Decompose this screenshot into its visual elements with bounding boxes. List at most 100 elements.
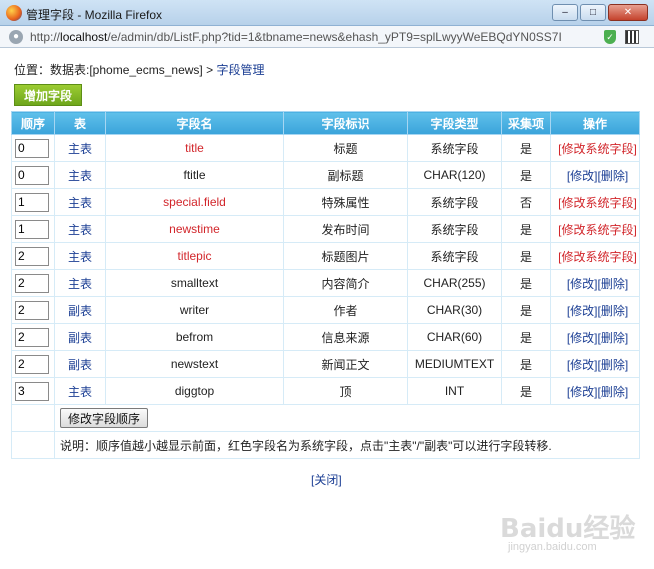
table-switch-link[interactable]: 主表 (68, 250, 92, 264)
collect-flag: 是 (501, 350, 551, 378)
table-row: 主表 titlepic 标题图片系统字段是 [修改系统字段] (11, 242, 640, 270)
table-switch-link[interactable]: 主表 (68, 196, 92, 210)
field-type: CHAR(255) (407, 269, 502, 297)
table-row: 主表 title 标题系统字段是 [修改系统字段] (11, 134, 640, 162)
table-row: 主表 diggtop 顶INT是 [修改][删除] (11, 377, 640, 405)
window-controls: – □ ✕ (552, 4, 648, 22)
order-input[interactable] (15, 381, 49, 401)
order-input[interactable] (15, 246, 49, 266)
order-input[interactable] (15, 138, 49, 158)
delete-field-link[interactable]: [删除] (598, 277, 629, 291)
header-field-label: 字段标识 (283, 111, 408, 135)
table-switch-link[interactable]: 副表 (68, 331, 92, 345)
order-input[interactable] (15, 192, 49, 212)
order-input[interactable] (15, 354, 49, 374)
edit-system-field-link[interactable]: [修改系统字段] (558, 223, 637, 237)
maximize-button[interactable]: □ (580, 4, 606, 21)
fields-table: 顺序 表 字段名 字段标识 字段类型 采集项 操作 主表title标题系统字段是… (11, 111, 640, 459)
delete-field-link[interactable]: [删除] (598, 385, 629, 399)
qr-code-icon[interactable] (625, 30, 639, 44)
field-label: 标题 (283, 134, 408, 162)
field-type: CHAR(30) (407, 296, 502, 324)
edit-system-field-link[interactable]: [修改系统字段] (558, 250, 637, 264)
header-actions: 操作 (550, 111, 640, 135)
field-name: title (185, 141, 204, 155)
edit-field-link[interactable]: [修改] (567, 169, 598, 183)
watermark-logo: Baidu经验 (500, 514, 636, 544)
breadcrumb-db: 数据表:[phome_ecms_news] (50, 63, 203, 77)
url-text[interactable]: http://localhost/e/admin/db/ListF.php?ti… (30, 30, 562, 44)
address-bar[interactable]: ● http://localhost/e/admin/db/ListF.php?… (0, 26, 654, 48)
order-input[interactable] (15, 327, 49, 347)
collect-flag: 是 (501, 215, 551, 243)
field-label: 信息来源 (283, 323, 408, 351)
table-switch-link[interactable]: 副表 (68, 304, 92, 318)
field-label: 发布时间 (283, 215, 408, 243)
table-row: 副表 newstext 新闻正文MEDIUMTEXT是 [修改][删除] (11, 350, 640, 378)
note-text: 说明：顺序值越小越显示前面，红色字段名为系统字段，点击"主表"/"副表"可以进行… (54, 431, 640, 459)
field-label: 顶 (283, 377, 408, 405)
field-type: MEDIUMTEXT (407, 350, 502, 378)
header-order: 顺序 (11, 111, 55, 135)
minimize-button[interactable]: – (552, 4, 578, 21)
breadcrumb-sep: > (202, 63, 217, 77)
table-switch-link[interactable]: 主表 (68, 385, 92, 399)
collect-flag: 是 (501, 377, 551, 405)
order-input[interactable] (15, 165, 49, 185)
table-row: 主表 special.field 特殊属性系统字段否 [修改系统字段] (11, 188, 640, 216)
edit-field-link[interactable]: [修改] (567, 331, 598, 345)
field-label: 内容简介 (283, 269, 408, 297)
watermark-url: jingyan.baidu.com (508, 541, 597, 553)
breadcrumb-current[interactable]: 字段管理 (216, 63, 264, 77)
edit-field-link[interactable]: [修改] (567, 277, 598, 291)
order-input[interactable] (15, 219, 49, 239)
edit-system-field-link[interactable]: [修改系统字段] (558, 196, 637, 210)
edit-field-link[interactable]: [修改] (567, 358, 598, 372)
order-input[interactable] (15, 273, 49, 293)
table-switch-link[interactable]: 主表 (68, 142, 92, 156)
breadcrumb-label: 位置： (14, 63, 51, 77)
close-link[interactable]: [关闭] (311, 471, 342, 488)
delete-field-link[interactable]: [删除] (598, 169, 629, 183)
header-field-name: 字段名 (105, 111, 284, 135)
url-path: /e/admin/db/ListF.php?tid=1&tbname=news&… (107, 30, 562, 44)
table-switch-link[interactable]: 主表 (68, 223, 92, 237)
edit-system-field-link[interactable]: [修改系统字段] (558, 142, 637, 156)
table-footer-row: 修改字段顺序 (11, 404, 640, 432)
url-host: localhost (60, 30, 108, 44)
field-type: 系统字段 (407, 188, 502, 216)
delete-field-link[interactable]: [删除] (598, 304, 629, 318)
table-header-row: 顺序 表 字段名 字段标识 字段类型 采集项 操作 (11, 111, 640, 135)
collect-flag: 是 (501, 134, 551, 162)
close-window-button[interactable]: ✕ (608, 4, 648, 21)
field-name: titlepic (177, 249, 212, 263)
field-name: befrom (175, 330, 214, 344)
field-name: ftitle (183, 168, 206, 182)
collect-flag: 是 (501, 269, 551, 297)
modify-order-button[interactable]: 修改字段顺序 (60, 408, 149, 428)
table-row: 副表 writer 作者CHAR(30)是 [修改][删除] (11, 296, 640, 324)
order-input[interactable] (15, 300, 49, 320)
field-type: 系统字段 (407, 215, 502, 243)
table-switch-link[interactable]: 副表 (68, 358, 92, 372)
table-switch-link[interactable]: 主表 (68, 169, 92, 183)
field-label: 标题图片 (283, 242, 408, 270)
edit-field-link[interactable]: [修改] (567, 385, 598, 399)
note-row: 说明：顺序值越小越显示前面，红色字段名为系统字段，点击"主表"/"副表"可以进行… (11, 431, 640, 459)
delete-field-link[interactable]: [删除] (598, 331, 629, 345)
field-type: 系统字段 (407, 242, 502, 270)
table-row: 主表 ftitle 副标题CHAR(120)是 [修改][删除] (11, 161, 640, 189)
collect-flag: 是 (501, 161, 551, 189)
field-type: 系统字段 (407, 134, 502, 162)
field-label: 特殊属性 (283, 188, 408, 216)
field-label: 作者 (283, 296, 408, 324)
field-name: smalltext (170, 276, 219, 290)
collect-flag: 是 (501, 296, 551, 324)
shield-icon[interactable]: ✓ (604, 30, 616, 44)
delete-field-link[interactable]: [删除] (598, 358, 629, 372)
window-titlebar: 管理字段 - Mozilla Firefox – □ ✕ (0, 0, 654, 26)
add-field-button[interactable]: 增加字段 (14, 84, 82, 106)
edit-field-link[interactable]: [修改] (567, 304, 598, 318)
header-field-type: 字段类型 (407, 111, 502, 135)
table-switch-link[interactable]: 主表 (68, 277, 92, 291)
